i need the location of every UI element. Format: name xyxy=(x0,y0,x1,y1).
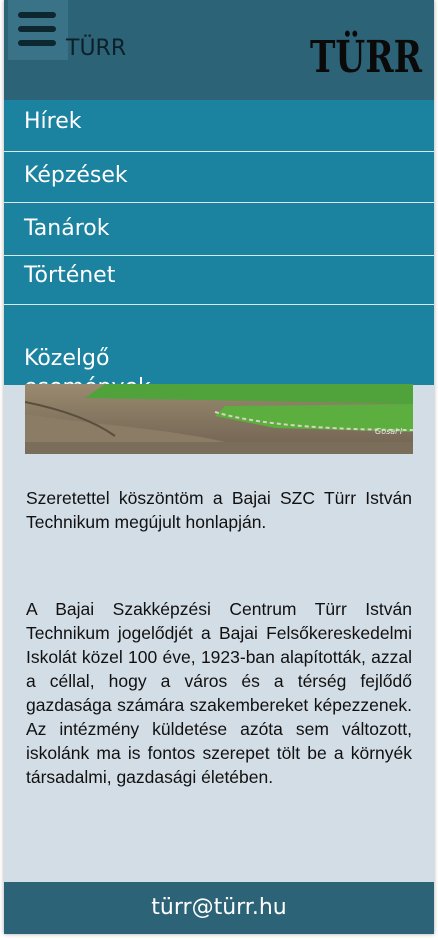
logo-text: TÜRR xyxy=(310,29,422,76)
hero-image: Gosai I xyxy=(25,384,413,454)
nav-item-label: Képzések xyxy=(24,163,128,188)
nav-item-kozelgo-esemenyek[interactable]: Közelgő események xyxy=(4,305,434,400)
history-text: A Bajai Szakképzési Centrum Türr István … xyxy=(26,599,412,787)
nav-item-hirek[interactable]: Hírek xyxy=(4,100,434,151)
page-frame: TÜRR TÜRR Hírek Képzések Tanárok Történe… xyxy=(4,0,434,934)
menu-bar-middle xyxy=(18,26,56,32)
nav-item-kepzesek[interactable]: Képzések xyxy=(4,152,434,202)
nav-item-tanarok[interactable]: Tanárok xyxy=(4,203,434,255)
nav-item-label: Hírek xyxy=(24,109,82,134)
nav-item-tortenet[interactable]: Történet xyxy=(4,256,434,304)
site-title: TÜRR xyxy=(66,36,127,61)
menu-bar-top xyxy=(18,12,56,18)
nav-item-label: Tanárok xyxy=(24,216,110,241)
footer-email-link[interactable]: türr@türr.hu xyxy=(4,882,434,934)
nav-item-label: Történet xyxy=(24,263,116,288)
hero-photo: Gosai I xyxy=(25,384,413,454)
welcome-text: Szeretettel köszöntöm a Bajai SZC Türr I… xyxy=(26,488,412,532)
menu-bar-bottom xyxy=(18,40,56,46)
turr-logo[interactable]: TÜRR xyxy=(308,28,424,76)
hamburger-menu-icon[interactable] xyxy=(8,0,68,60)
site-header: TÜRR TÜRR xyxy=(4,0,434,100)
photo-watermark: Gosai I xyxy=(375,427,403,436)
